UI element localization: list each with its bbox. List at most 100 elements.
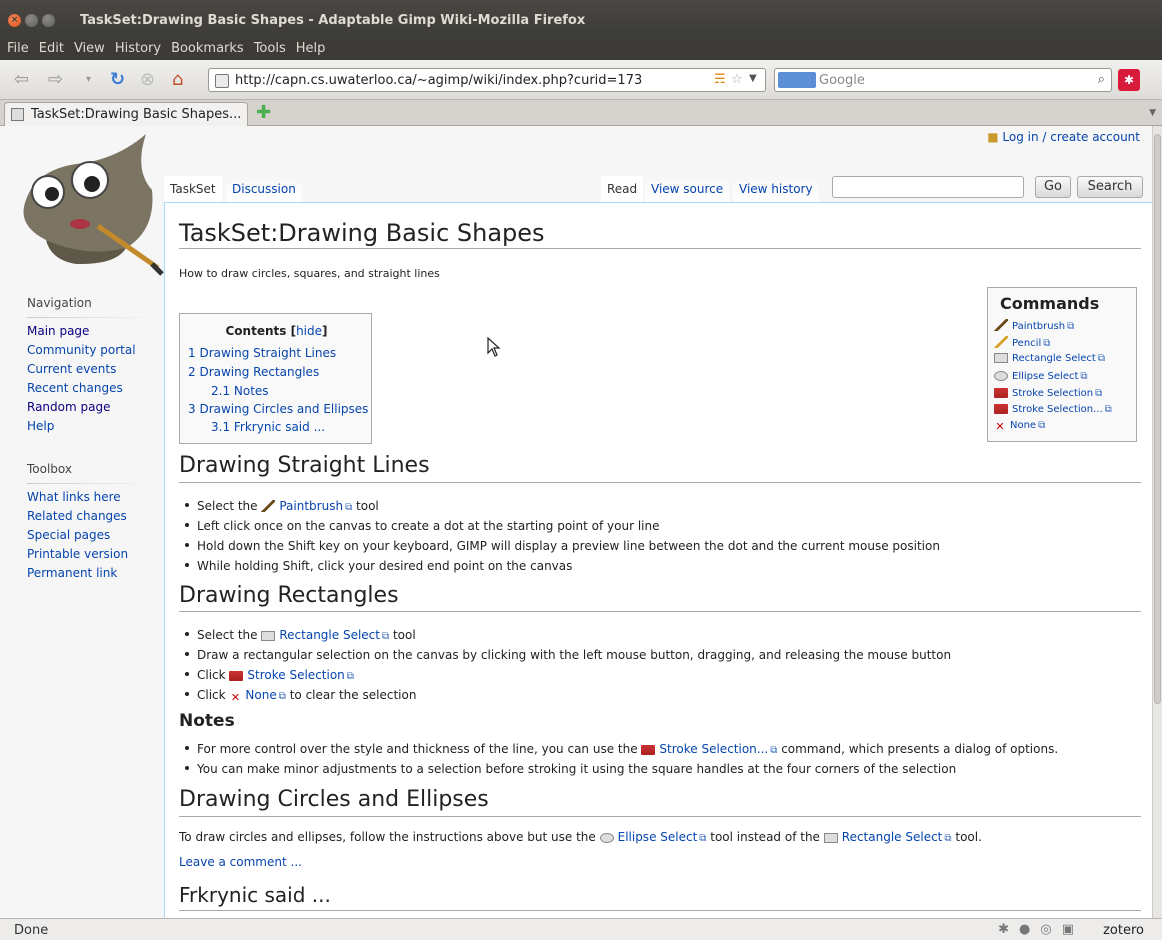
menu-edit[interactable]: Edit: [36, 38, 71, 60]
address-bar[interactable]: http://capn.cs.uwaterloo.ca/~agimp/wiki/…: [208, 68, 766, 92]
tab-view-history[interactable]: View history: [733, 176, 819, 202]
page-scrollbar[interactable]: [1152, 126, 1162, 918]
toc-item[interactable]: 2.1 Notes: [211, 384, 269, 398]
browser-tab[interactable]: TaskSet:Drawing Basic Shapes...: [4, 102, 248, 126]
section-heading-circles-ellipses: Drawing Circles and Ellipses: [179, 787, 489, 812]
history-dropdown-icon[interactable]: ▾: [86, 74, 91, 85]
menu-file[interactable]: File: [4, 38, 36, 60]
close-x-icon: ✕: [230, 691, 241, 704]
sidebar-item-current-events[interactable]: Current events: [27, 362, 116, 376]
maximize-window-button[interactable]: [42, 14, 55, 27]
list-item: For more control over the style and thic…: [185, 742, 1058, 756]
forward-arrow-icon[interactable]: ⇨: [48, 69, 63, 90]
command-stroke-selection-dialog[interactable]: Stroke Selection... ⧉: [994, 404, 1112, 415]
command-label[interactable]: Stroke Selection: [1012, 388, 1093, 399]
command-pencil[interactable]: Pencil ⧉: [994, 336, 1050, 349]
minimize-window-button[interactable]: [25, 14, 38, 27]
zotero-button[interactable]: zotero: [1103, 923, 1144, 938]
tab-list-chevron-down-icon[interactable]: ▼: [1149, 108, 1156, 118]
back-arrow-icon[interactable]: ⇦: [14, 69, 29, 90]
menu-help[interactable]: Help: [293, 38, 333, 60]
toc-item[interactable]: 2 Drawing Rectangles: [188, 365, 319, 379]
scrollbar-thumb[interactable]: [1154, 134, 1161, 704]
sidebar-item-related-changes[interactable]: Related changes: [27, 509, 127, 523]
command-none[interactable]: ✕ None ⧉: [994, 420, 1045, 433]
tab-read[interactable]: Read: [601, 176, 644, 202]
command-label[interactable]: Stroke Selection...: [1012, 404, 1103, 415]
command-label[interactable]: Pencil: [1012, 338, 1041, 349]
menu-view[interactable]: View: [71, 38, 112, 60]
tab-taskset[interactable]: TaskSet: [164, 176, 222, 202]
sidebar-item-printable-version[interactable]: Printable version: [27, 547, 128, 561]
command-ellipse-select[interactable]: Ellipse Select ⧉: [994, 371, 1088, 382]
page-title: TaskSet:Drawing Basic Shapes: [179, 219, 545, 247]
menu-tools[interactable]: Tools: [251, 38, 293, 60]
none-link[interactable]: None: [245, 688, 276, 702]
login-label[interactable]: Log in / create account: [1002, 130, 1140, 144]
toc-hide-link[interactable]: hide: [296, 324, 322, 338]
search-button[interactable]: Search: [1077, 176, 1143, 198]
search-icon[interactable]: ⌕: [1098, 72, 1105, 87]
paintbrush-link[interactable]: Paintbrush: [279, 499, 343, 513]
list-item: Click Stroke Selection ⧉: [185, 668, 354, 682]
rectangle-select-icon: [823, 833, 838, 843]
toc-item[interactable]: 3.1 Frkrynic said ...: [211, 420, 325, 434]
mouse-cursor-icon: [487, 337, 501, 357]
sidebar-item-special-pages[interactable]: Special pages: [27, 528, 110, 542]
command-label[interactable]: Ellipse Select: [1012, 371, 1078, 382]
rectangle-select-link[interactable]: Rectangle Select: [279, 628, 380, 642]
external-link-icon: ⧉: [944, 833, 952, 844]
rectangle-select-link[interactable]: Rectangle Select: [842, 830, 943, 844]
tab-discussion[interactable]: Discussion: [226, 176, 302, 202]
toc-title-label: Contents: [225, 324, 287, 338]
rss-feed-icon[interactable]: ☴: [714, 72, 726, 87]
address-url[interactable]: http://capn.cs.uwaterloo.ca/~agimp/wiki/…: [235, 73, 642, 88]
toc-item[interactable]: 1 Drawing Straight Lines: [188, 346, 336, 360]
toc-item[interactable]: 3 Drawing Circles and Ellipses: [188, 402, 368, 416]
ellipse-select-link[interactable]: Ellipse Select: [618, 830, 698, 844]
search-placeholder[interactable]: Google: [819, 73, 865, 88]
stop-icon[interactable]: ⊗: [140, 69, 155, 90]
menu-history[interactable]: History: [112, 38, 168, 60]
wiki-search-input[interactable]: [832, 176, 1024, 198]
sidebar-item-main-page[interactable]: Main page: [27, 324, 89, 338]
url-dropdown-icon[interactable]: ▼: [749, 73, 757, 84]
go-button[interactable]: Go: [1035, 176, 1071, 198]
status-tray-icons[interactable]: ✱●◎▣: [998, 922, 1084, 937]
list-item: Click ✕ None ⧉ to clear the selection: [185, 688, 416, 704]
command-rectangle-select[interactable]: Rectangle Select ⧉: [994, 353, 1105, 364]
stroke-selection-link[interactable]: Stroke Selection: [247, 668, 344, 682]
external-link-icon: ⧉: [346, 671, 354, 682]
stroke-selection-icon: [229, 671, 244, 681]
command-paintbrush[interactable]: Paintbrush ⧉: [994, 319, 1074, 332]
close-window-button[interactable]: ×: [8, 14, 21, 27]
external-link-icon: ⧉: [1043, 338, 1051, 349]
command-label[interactable]: None: [1010, 420, 1036, 431]
search-engine-icon[interactable]: [778, 72, 816, 88]
leave-comment-link[interactable]: Leave a comment ...: [179, 855, 302, 869]
paintbrush-icon: [261, 500, 276, 512]
command-stroke-selection[interactable]: Stroke Selection ⧉: [994, 388, 1102, 399]
bookmark-star-icon[interactable]: ☆: [731, 72, 743, 87]
tab-view-source[interactable]: View source: [645, 176, 730, 202]
sidebar-item-what-links-here[interactable]: What links here: [27, 490, 121, 504]
addon-icon[interactable]: ✱: [1118, 69, 1140, 91]
stroke-selection-dialog-link[interactable]: Stroke Selection...: [659, 742, 768, 756]
menu-bookmarks[interactable]: Bookmarks: [168, 38, 251, 60]
home-icon[interactable]: ⌂: [172, 69, 183, 90]
sidebar-item-help[interactable]: Help: [27, 419, 54, 433]
command-label[interactable]: Paintbrush: [1012, 321, 1065, 332]
login-link[interactable]: ■ Log in / create account: [987, 130, 1140, 144]
sidebar-item-community-portal[interactable]: Community portal: [27, 343, 136, 357]
sidebar-item-recent-changes[interactable]: Recent changes: [27, 381, 123, 395]
new-tab-plus-icon[interactable]: ✚: [256, 102, 271, 123]
ellipse-instructions: To draw circles and ellipses, follow the…: [179, 830, 982, 844]
external-link-icon: ⧉: [1080, 371, 1088, 382]
command-label[interactable]: Rectangle Select: [1012, 353, 1096, 364]
web-search-box[interactable]: Google ⌕: [774, 68, 1112, 92]
sidebar-item-permanent-link[interactable]: Permanent link: [27, 566, 117, 580]
reload-icon[interactable]: ↻: [110, 69, 125, 90]
window-title: TaskSet:Drawing Basic Shapes - Adaptable…: [80, 13, 586, 28]
sidebar-item-random-page[interactable]: Random page: [27, 400, 110, 414]
gimp-wilber-logo[interactable]: [6, 130, 164, 276]
